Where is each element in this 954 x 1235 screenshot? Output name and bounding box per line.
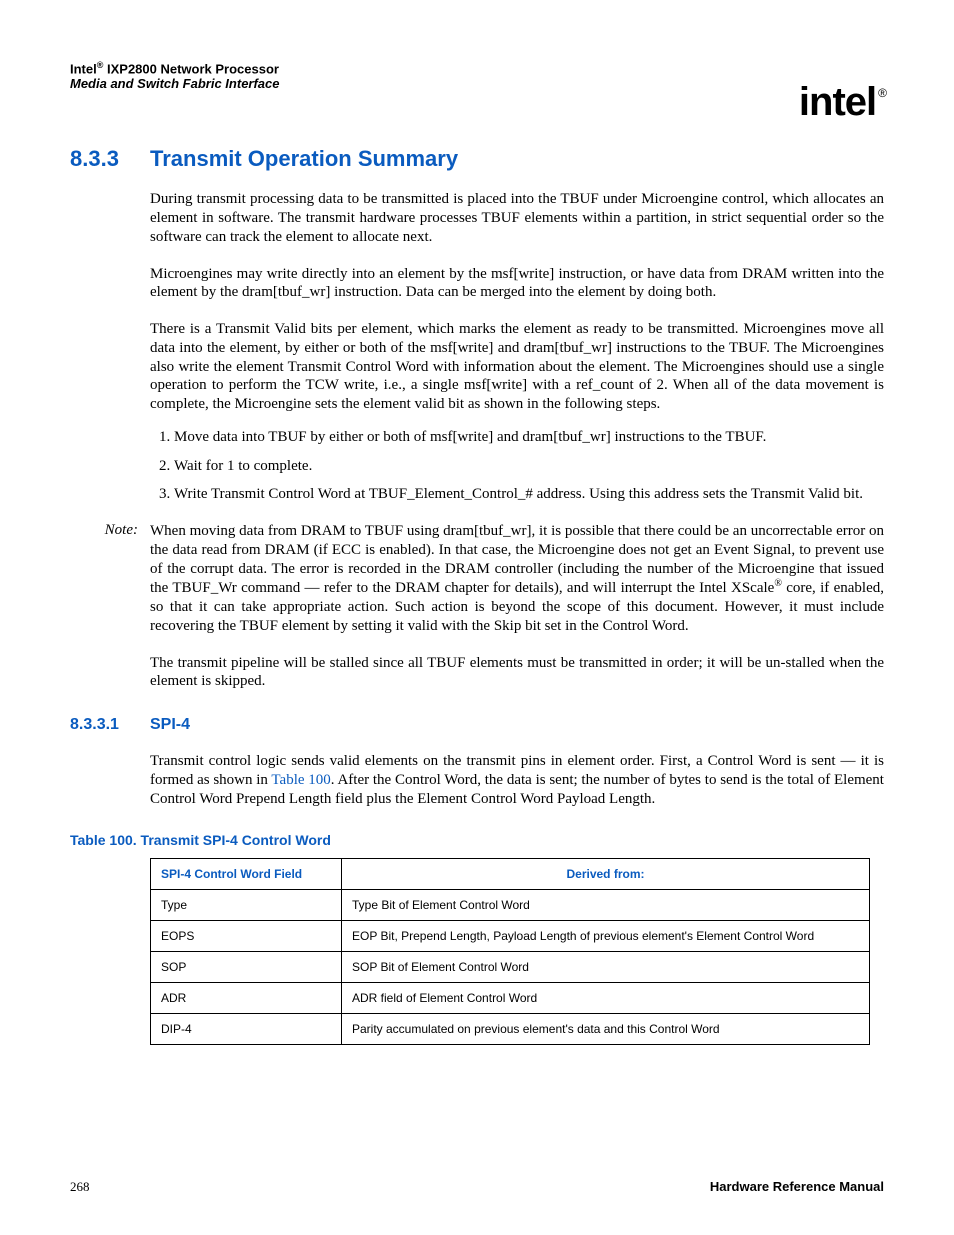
table-cell: EOP Bit, Prepend Length, Payload Length … bbox=[342, 921, 870, 952]
table-cell: SOP Bit of Element Control Word bbox=[342, 952, 870, 983]
note-label: Note: bbox=[70, 522, 150, 636]
table-header-row: SPI-4 Control Word Field Derived from: bbox=[151, 859, 870, 890]
table-cell: SOP bbox=[151, 952, 342, 983]
section-number: 8.3.3 bbox=[70, 146, 150, 172]
page-footer: 268 Hardware Reference Manual bbox=[70, 1179, 884, 1195]
header-product: IXP2800 Network Processor bbox=[103, 61, 279, 76]
section-body: The transmit pipeline will be stalled si… bbox=[150, 654, 884, 692]
table-row: EOPS EOP Bit, Prepend Length, Payload Le… bbox=[151, 921, 870, 952]
table-cell: ADR bbox=[151, 983, 342, 1014]
table-cell: Type bbox=[151, 890, 342, 921]
header-title-line1: Intel® IXP2800 Network Processor bbox=[70, 60, 884, 76]
table-row: Type Type Bit of Element Control Word bbox=[151, 890, 870, 921]
list-item: Write Transmit Control Word at TBUF_Elem… bbox=[174, 485, 884, 504]
table-header: Derived from: bbox=[342, 859, 870, 890]
logo-reg: ® bbox=[878, 86, 886, 100]
ordered-list: Move data into TBUF by either or both of… bbox=[150, 428, 884, 504]
manual-title: Hardware Reference Manual bbox=[710, 1179, 884, 1195]
table-cell: Type Bit of Element Control Word bbox=[342, 890, 870, 921]
paragraph: Microengines may write directly into an … bbox=[150, 265, 884, 303]
header-title-line2: Media and Switch Fabric Interface bbox=[70, 76, 884, 91]
intel-logo: intel® bbox=[799, 80, 884, 125]
list-item: Wait for 1 to complete. bbox=[174, 457, 884, 476]
table-cell: ADR field of Element Control Word bbox=[342, 983, 870, 1014]
subsection-heading: 8.3.3.1 SPI-4 bbox=[70, 716, 884, 734]
table-cell: EOPS bbox=[151, 921, 342, 952]
section-body: During transmit processing data to be tr… bbox=[150, 190, 884, 504]
trademark-icon: ® bbox=[774, 578, 782, 589]
table-cell: DIP-4 bbox=[151, 1014, 342, 1045]
paragraph: There is a Transmit Valid bits per eleme… bbox=[150, 320, 884, 414]
page-header: Intel® IXP2800 Network Processor Media a… bbox=[70, 60, 884, 91]
list-item: Move data into TBUF by either or both of… bbox=[174, 428, 884, 447]
note-block: Note: When moving data from DRAM to TBUF… bbox=[70, 522, 884, 636]
subsection-number: 8.3.3.1 bbox=[70, 716, 150, 734]
table-caption: Table 100. Transmit SPI-4 Control Word bbox=[70, 832, 884, 848]
table-crossref-link[interactable]: Table 100 bbox=[271, 772, 330, 788]
paragraph: The transmit pipeline will be stalled si… bbox=[150, 654, 884, 692]
paragraph: During transmit processing data to be tr… bbox=[150, 190, 884, 246]
spi4-control-word-table: SPI-4 Control Word Field Derived from: T… bbox=[150, 858, 870, 1045]
table-cell: Parity accumulated on previous element's… bbox=[342, 1014, 870, 1045]
logo-text: intel bbox=[799, 80, 876, 124]
table-row: ADR ADR field of Element Control Word bbox=[151, 983, 870, 1014]
note-body: When moving data from DRAM to TBUF using… bbox=[150, 522, 884, 636]
paragraph: Transmit control logic sends valid eleme… bbox=[150, 752, 884, 808]
page-number: 268 bbox=[70, 1179, 90, 1195]
section-heading: 8.3.3 Transmit Operation Summary bbox=[70, 146, 884, 172]
subsection-body: Transmit control logic sends valid eleme… bbox=[150, 752, 884, 808]
header-brand: Intel bbox=[70, 61, 97, 76]
subsection-title: SPI-4 bbox=[150, 716, 190, 734]
table-row: DIP-4 Parity accumulated on previous ele… bbox=[151, 1014, 870, 1045]
table-row: SOP SOP Bit of Element Control Word bbox=[151, 952, 870, 983]
section-title: Transmit Operation Summary bbox=[150, 146, 458, 172]
table-header: SPI-4 Control Word Field bbox=[151, 859, 342, 890]
